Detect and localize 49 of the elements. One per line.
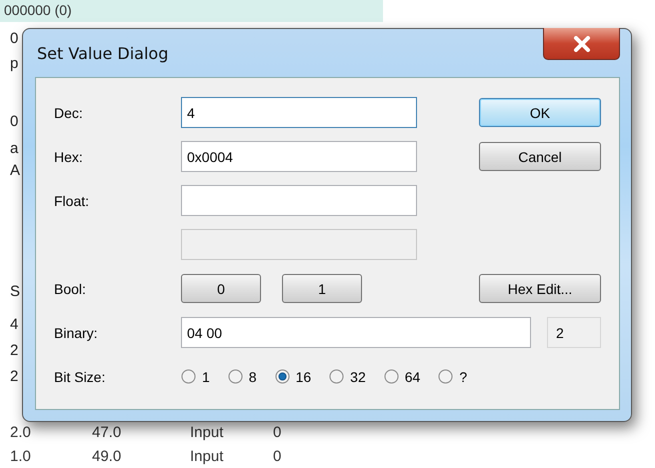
- dialog-button[interactable]: Cancel: [479, 142, 601, 171]
- list-item-text: 000000 (0): [4, 2, 72, 18]
- radio-label: 64: [404, 368, 420, 384]
- list-cell-text: 2: [10, 368, 18, 385]
- window-title: Set Value Dialog: [37, 44, 168, 62]
- value-button[interactable]: 0: [181, 274, 261, 303]
- close-button[interactable]: [543, 28, 620, 60]
- close-icon: [572, 36, 590, 52]
- input-field[interactable]: 4: [181, 97, 417, 128]
- value-button[interactable]: 1: [282, 274, 362, 303]
- list-cell-text: A: [10, 162, 20, 179]
- list-cell-text: 4: [10, 316, 18, 333]
- input-field[interactable]: [181, 185, 417, 216]
- table-cell-text: Input: [190, 448, 224, 465]
- input-field[interactable]: 04 00: [181, 317, 531, 348]
- table-cell-text: 47.0: [92, 424, 122, 441]
- radio-label: 8: [248, 368, 257, 384]
- input-field[interactable]: 0x0004: [181, 141, 417, 172]
- table-cell-text: 2.0: [10, 424, 32, 441]
- table-cell: 0: [273, 448, 282, 465]
- radio-button[interactable]: [329, 369, 344, 384]
- field-label: Binary:: [54, 324, 98, 340]
- radio-label: ?: [459, 368, 468, 384]
- table-cell-text: 49.0: [92, 448, 122, 465]
- list-cell-text: S: [10, 283, 20, 300]
- list-cell-text: 0: [10, 113, 18, 130]
- byte-count-field: 2: [547, 317, 601, 348]
- field-label: Hex:: [54, 148, 83, 164]
- field-label: Float:: [54, 192, 90, 208]
- radio-button[interactable]: [228, 369, 243, 384]
- list-cell-text: 0: [10, 30, 18, 47]
- radio-label: 16: [296, 368, 312, 384]
- list-cell-text: p: [10, 55, 18, 72]
- radio-button[interactable]: [438, 369, 454, 384]
- list-cell-text: a: [10, 140, 18, 157]
- table-cell-text: Input: [190, 424, 224, 441]
- table-cell: 0: [273, 424, 282, 441]
- table-cell-text: 1.0: [10, 448, 32, 465]
- radio-label: 1: [202, 368, 210, 384]
- radio-button[interactable]: [274, 369, 290, 384]
- list-cell-text: 2: [10, 342, 18, 359]
- radio-label: 32: [350, 368, 366, 384]
- field-label: Dec:: [54, 104, 83, 120]
- radio-button[interactable]: [384, 369, 399, 384]
- radio-button[interactable]: [181, 369, 196, 384]
- field-label: Bool:: [54, 280, 86, 296]
- field-label: Bit Size:: [54, 368, 106, 384]
- dialog-button[interactable]: Hex Edit...: [479, 274, 601, 303]
- dialog-button[interactable]: OK: [479, 98, 601, 127]
